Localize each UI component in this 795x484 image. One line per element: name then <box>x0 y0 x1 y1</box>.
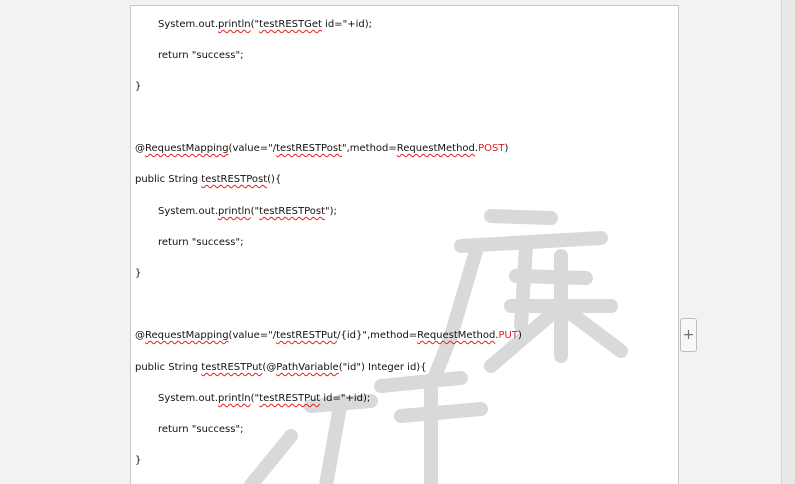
code-line: } <box>135 455 142 466</box>
code-line: } <box>135 268 142 279</box>
code-line: @RequestMapping(value="/testRESTPut/{id}… <box>135 330 522 341</box>
code-line: return "success"; <box>158 237 244 248</box>
code-line: System.out.println("testRESTPost"); <box>158 206 337 217</box>
code-line: } <box>135 81 142 92</box>
code-line: System.out.println("testRESTGet id="+id)… <box>158 19 372 30</box>
document-page[interactable]: System.out.println("testRESTGet id="+id)… <box>130 5 679 484</box>
code-line: @RequestMapping(value="/testRESTPost",me… <box>135 143 509 154</box>
code-line: return "success"; <box>158 424 244 435</box>
plus-icon: + <box>682 327 695 343</box>
code-line: public String testRESTPut(@PathVariable(… <box>135 362 427 373</box>
right-scroll-strip[interactable] <box>781 0 795 484</box>
code-line: return "success"; <box>158 50 244 61</box>
add-content-button[interactable]: + <box>680 318 697 352</box>
code-line: System.out.println("testRESTPut id="+id)… <box>158 393 371 404</box>
code-line: public String testRESTPost(){ <box>135 174 282 185</box>
